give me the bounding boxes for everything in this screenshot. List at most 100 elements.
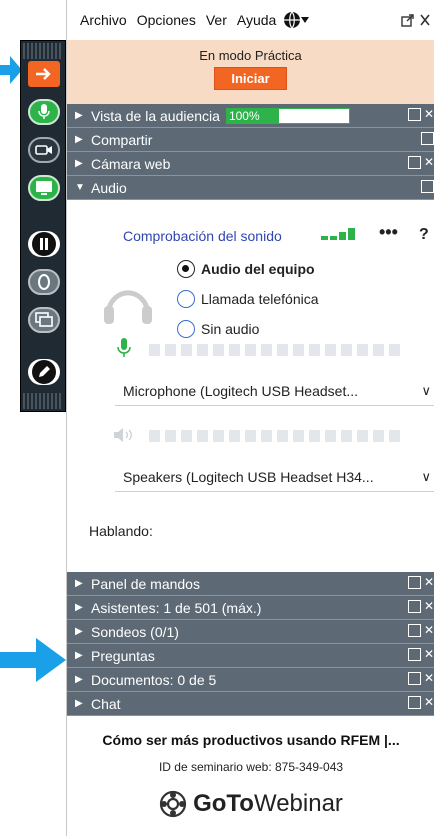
gotowebinar-logo-icon bbox=[159, 790, 187, 818]
screen-view-button[interactable] bbox=[28, 307, 60, 333]
close-icon[interactable]: ✕ bbox=[424, 672, 434, 685]
close-icon[interactable]: ✕ bbox=[424, 108, 434, 121]
grab-tab-grip-bottom[interactable] bbox=[23, 393, 63, 409]
section-preguntas-label: Preguntas bbox=[91, 647, 155, 664]
recording-button[interactable] bbox=[28, 269, 60, 295]
close-icon[interactable] bbox=[420, 14, 430, 26]
menu-opciones[interactable]: Opciones bbox=[134, 10, 199, 30]
section-audio-label: Audio bbox=[91, 179, 127, 196]
audience-view-zoom-bar: 100% bbox=[225, 107, 350, 124]
webcam-button[interactable] bbox=[28, 137, 60, 163]
help-button[interactable]: ? bbox=[419, 226, 429, 244]
audio-option-computer[interactable]: Audio del equipo bbox=[177, 260, 315, 278]
popout-section-icon[interactable] bbox=[421, 180, 434, 193]
microphone-button[interactable] bbox=[28, 99, 60, 125]
audio-option-none[interactable]: Sin audio bbox=[177, 320, 259, 338]
triangle-right-icon: ▶ bbox=[75, 578, 83, 589]
section-preguntas[interactable]: ▶ Preguntas ✕ bbox=[67, 644, 434, 668]
practice-mode-text: En modo Práctica bbox=[199, 48, 302, 63]
chevron-down-icon: ∨ bbox=[421, 382, 431, 398]
signal-level-icon bbox=[321, 228, 355, 240]
section-sondeos-label: Sondeos (0/1) bbox=[91, 623, 179, 640]
menu-bar: Archivo Opciones Ver Ayuda bbox=[67, 0, 434, 40]
menu-archivo[interactable]: Archivo bbox=[77, 10, 130, 30]
menu-ayuda[interactable]: Ayuda bbox=[234, 10, 279, 30]
audio-option-none-label: Sin audio bbox=[201, 321, 260, 337]
headset-icon bbox=[104, 290, 152, 324]
more-options-button[interactable]: ••• bbox=[379, 222, 398, 243]
start-button[interactable]: Iniciar bbox=[214, 67, 287, 90]
section-camara-web-label: Cámara web bbox=[91, 155, 171, 172]
webinar-id: ID de seminario web: 875-349-043 bbox=[158, 760, 344, 774]
speaker-level-meter bbox=[149, 430, 400, 442]
section-documentos[interactable]: ▶ Documentos: 0 de 5 ✕ bbox=[67, 668, 434, 692]
drawing-tools-button[interactable] bbox=[28, 359, 60, 385]
audio-panel: Comprobación del sonido ••• ? Audio del … bbox=[67, 200, 434, 572]
triangle-right-icon: ▶ bbox=[75, 134, 83, 145]
menu-ver[interactable]: Ver bbox=[203, 10, 230, 30]
popout-section-icon[interactable] bbox=[407, 696, 421, 709]
screens-icon bbox=[35, 312, 53, 327]
microphone-icon bbox=[117, 338, 131, 357]
gotowebinar-logo: GoToWebinar bbox=[67, 790, 434, 818]
language-globe-button[interactable] bbox=[283, 11, 310, 29]
popout-section-icon[interactable] bbox=[407, 624, 421, 637]
close-icon[interactable]: ✕ bbox=[424, 696, 434, 709]
close-icon[interactable]: ✕ bbox=[424, 648, 434, 661]
section-panel-de-mandos[interactable]: ▶ Panel de mandos ✕ bbox=[67, 572, 434, 596]
audio-option-phone-label: Llamada telefónica bbox=[201, 291, 319, 307]
popout-section-icon[interactable] bbox=[407, 600, 421, 613]
section-compartir[interactable]: ▶ Compartir bbox=[67, 128, 434, 152]
section-audience-view[interactable]: ▶ Vista de la audiencia 100% ✕ bbox=[67, 104, 434, 128]
popout-section-icon[interactable] bbox=[407, 576, 421, 589]
microphone-level-meter bbox=[149, 344, 400, 356]
pointer-arrow-top-icon bbox=[0, 56, 22, 84]
logo-goto-text: GoTo bbox=[193, 790, 254, 817]
radio-selected[interactable] bbox=[177, 260, 195, 278]
globe-icon bbox=[284, 11, 301, 29]
pause-icon bbox=[32, 232, 56, 256]
zero-icon bbox=[38, 274, 50, 290]
screen-share-button[interactable] bbox=[28, 175, 60, 201]
section-chat[interactable]: ▶ Chat ✕ bbox=[67, 692, 434, 716]
radio-unselected[interactable] bbox=[177, 320, 195, 338]
popout-section-icon[interactable] bbox=[407, 156, 421, 169]
section-audio[interactable]: ▼ Audio bbox=[67, 176, 434, 200]
section-camara-web[interactable]: ▶ Cámara web ✕ bbox=[67, 152, 434, 176]
radio-unselected[interactable] bbox=[177, 290, 195, 308]
grab-tab-grip-top[interactable] bbox=[23, 43, 63, 59]
triangle-down-icon: ▼ bbox=[75, 182, 85, 193]
audio-option-phone[interactable]: Llamada telefónica bbox=[177, 290, 319, 308]
popout-section-icon[interactable] bbox=[407, 648, 421, 661]
section-compartir-label: Compartir bbox=[91, 131, 153, 148]
close-icon[interactable]: ✕ bbox=[424, 600, 434, 613]
section-asistentes-label: Asistentes: 1 de 501 (máx.) bbox=[91, 599, 262, 616]
close-icon[interactable]: ✕ bbox=[424, 624, 434, 637]
microphone-icon bbox=[38, 104, 50, 119]
section-asistentes[interactable]: ▶ Asistentes: 1 de 501 (máx.) ✕ bbox=[67, 596, 434, 620]
popout-section-icon[interactable] bbox=[421, 132, 434, 145]
sound-check-link[interactable]: Comprobación del sonido bbox=[123, 228, 282, 244]
popout-icon[interactable] bbox=[401, 13, 414, 27]
camera-icon bbox=[35, 145, 52, 155]
pointer-arrow-preguntas-icon bbox=[0, 638, 66, 682]
section-sondeos[interactable]: ▶ Sondeos (0/1) ✕ bbox=[67, 620, 434, 644]
collapse-panel-button[interactable] bbox=[28, 61, 60, 87]
speaking-label: Hablando: bbox=[89, 523, 153, 539]
popout-section-icon[interactable] bbox=[407, 108, 421, 121]
monitor-icon bbox=[36, 181, 52, 195]
popout-section-icon[interactable] bbox=[407, 672, 421, 685]
pause-button[interactable] bbox=[28, 231, 60, 257]
triangle-right-icon: ▶ bbox=[75, 650, 83, 661]
triangle-right-icon: ▶ bbox=[75, 602, 83, 613]
section-chat-label: Chat bbox=[91, 695, 121, 712]
close-icon[interactable]: ✕ bbox=[424, 156, 434, 169]
speakers-select[interactable]: Speakers (Logitech USB Headset H34... ∨ bbox=[115, 462, 434, 492]
section-panel-de-mandos-label: Panel de mandos bbox=[91, 575, 200, 592]
speaker-icon bbox=[114, 428, 132, 442]
close-icon[interactable]: ✕ bbox=[424, 576, 434, 589]
triangle-right-icon: ▶ bbox=[75, 158, 83, 169]
grab-tab[interactable] bbox=[20, 40, 66, 412]
microphone-select[interactable]: Microphone (Logitech USB Headset... ∨ bbox=[115, 376, 434, 406]
section-documentos-label: Documentos: 0 de 5 bbox=[91, 671, 217, 688]
